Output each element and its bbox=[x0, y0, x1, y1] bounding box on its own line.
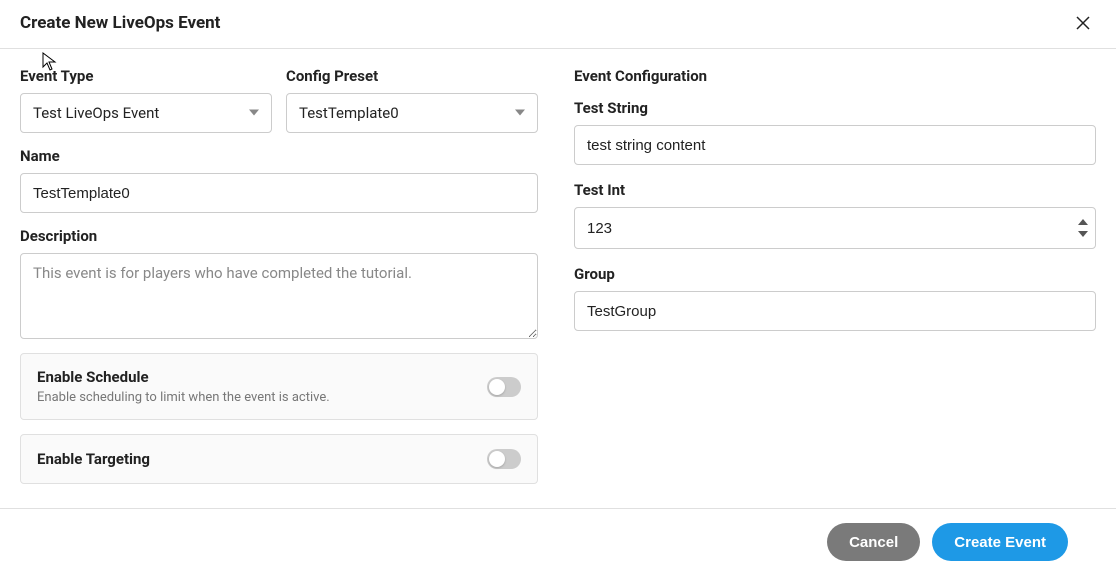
create-event-button[interactable]: Create Event bbox=[932, 523, 1068, 561]
config-preset-select[interactable]: TestTemplate0 bbox=[286, 93, 538, 133]
event-type-label: Event Type bbox=[20, 67, 272, 85]
close-icon bbox=[1074, 14, 1092, 32]
chevron-up-icon bbox=[1078, 219, 1088, 225]
enable-schedule-card: Enable Schedule Enable scheduling to lim… bbox=[20, 353, 538, 420]
event-type-select[interactable]: Test LiveOps Event bbox=[20, 93, 272, 133]
enable-schedule-toggle[interactable] bbox=[487, 377, 521, 397]
enable-targeting-toggle[interactable] bbox=[487, 449, 521, 469]
enable-targeting-title: Enable Targeting bbox=[37, 450, 150, 468]
enable-schedule-title: Enable Schedule bbox=[37, 368, 330, 386]
name-input[interactable] bbox=[20, 173, 538, 213]
test-string-input[interactable] bbox=[574, 125, 1096, 165]
event-type-value: Test LiveOps Event bbox=[20, 93, 272, 133]
test-int-decrement[interactable] bbox=[1076, 229, 1090, 239]
description-textarea[interactable] bbox=[20, 253, 538, 339]
config-preset-label: Config Preset bbox=[286, 67, 538, 85]
group-input[interactable] bbox=[574, 291, 1096, 331]
description-label: Description bbox=[20, 227, 538, 245]
dialog-title: Create New LiveOps Event bbox=[20, 13, 220, 33]
test-int-increment[interactable] bbox=[1076, 217, 1090, 227]
close-button[interactable] bbox=[1070, 10, 1096, 36]
test-string-label: Test String bbox=[574, 99, 1096, 117]
enable-targeting-card: Enable Targeting bbox=[20, 434, 538, 484]
test-int-label: Test Int bbox=[574, 181, 1096, 199]
config-preset-value: TestTemplate0 bbox=[286, 93, 538, 133]
chevron-down-icon bbox=[1078, 231, 1088, 237]
cancel-button[interactable]: Cancel bbox=[827, 523, 920, 561]
name-label: Name bbox=[20, 147, 538, 165]
test-int-input[interactable] bbox=[574, 207, 1096, 249]
event-configuration-heading: Event Configuration bbox=[574, 67, 1096, 85]
enable-schedule-subtitle: Enable scheduling to limit when the even… bbox=[37, 390, 330, 405]
group-label: Group bbox=[574, 265, 1096, 283]
